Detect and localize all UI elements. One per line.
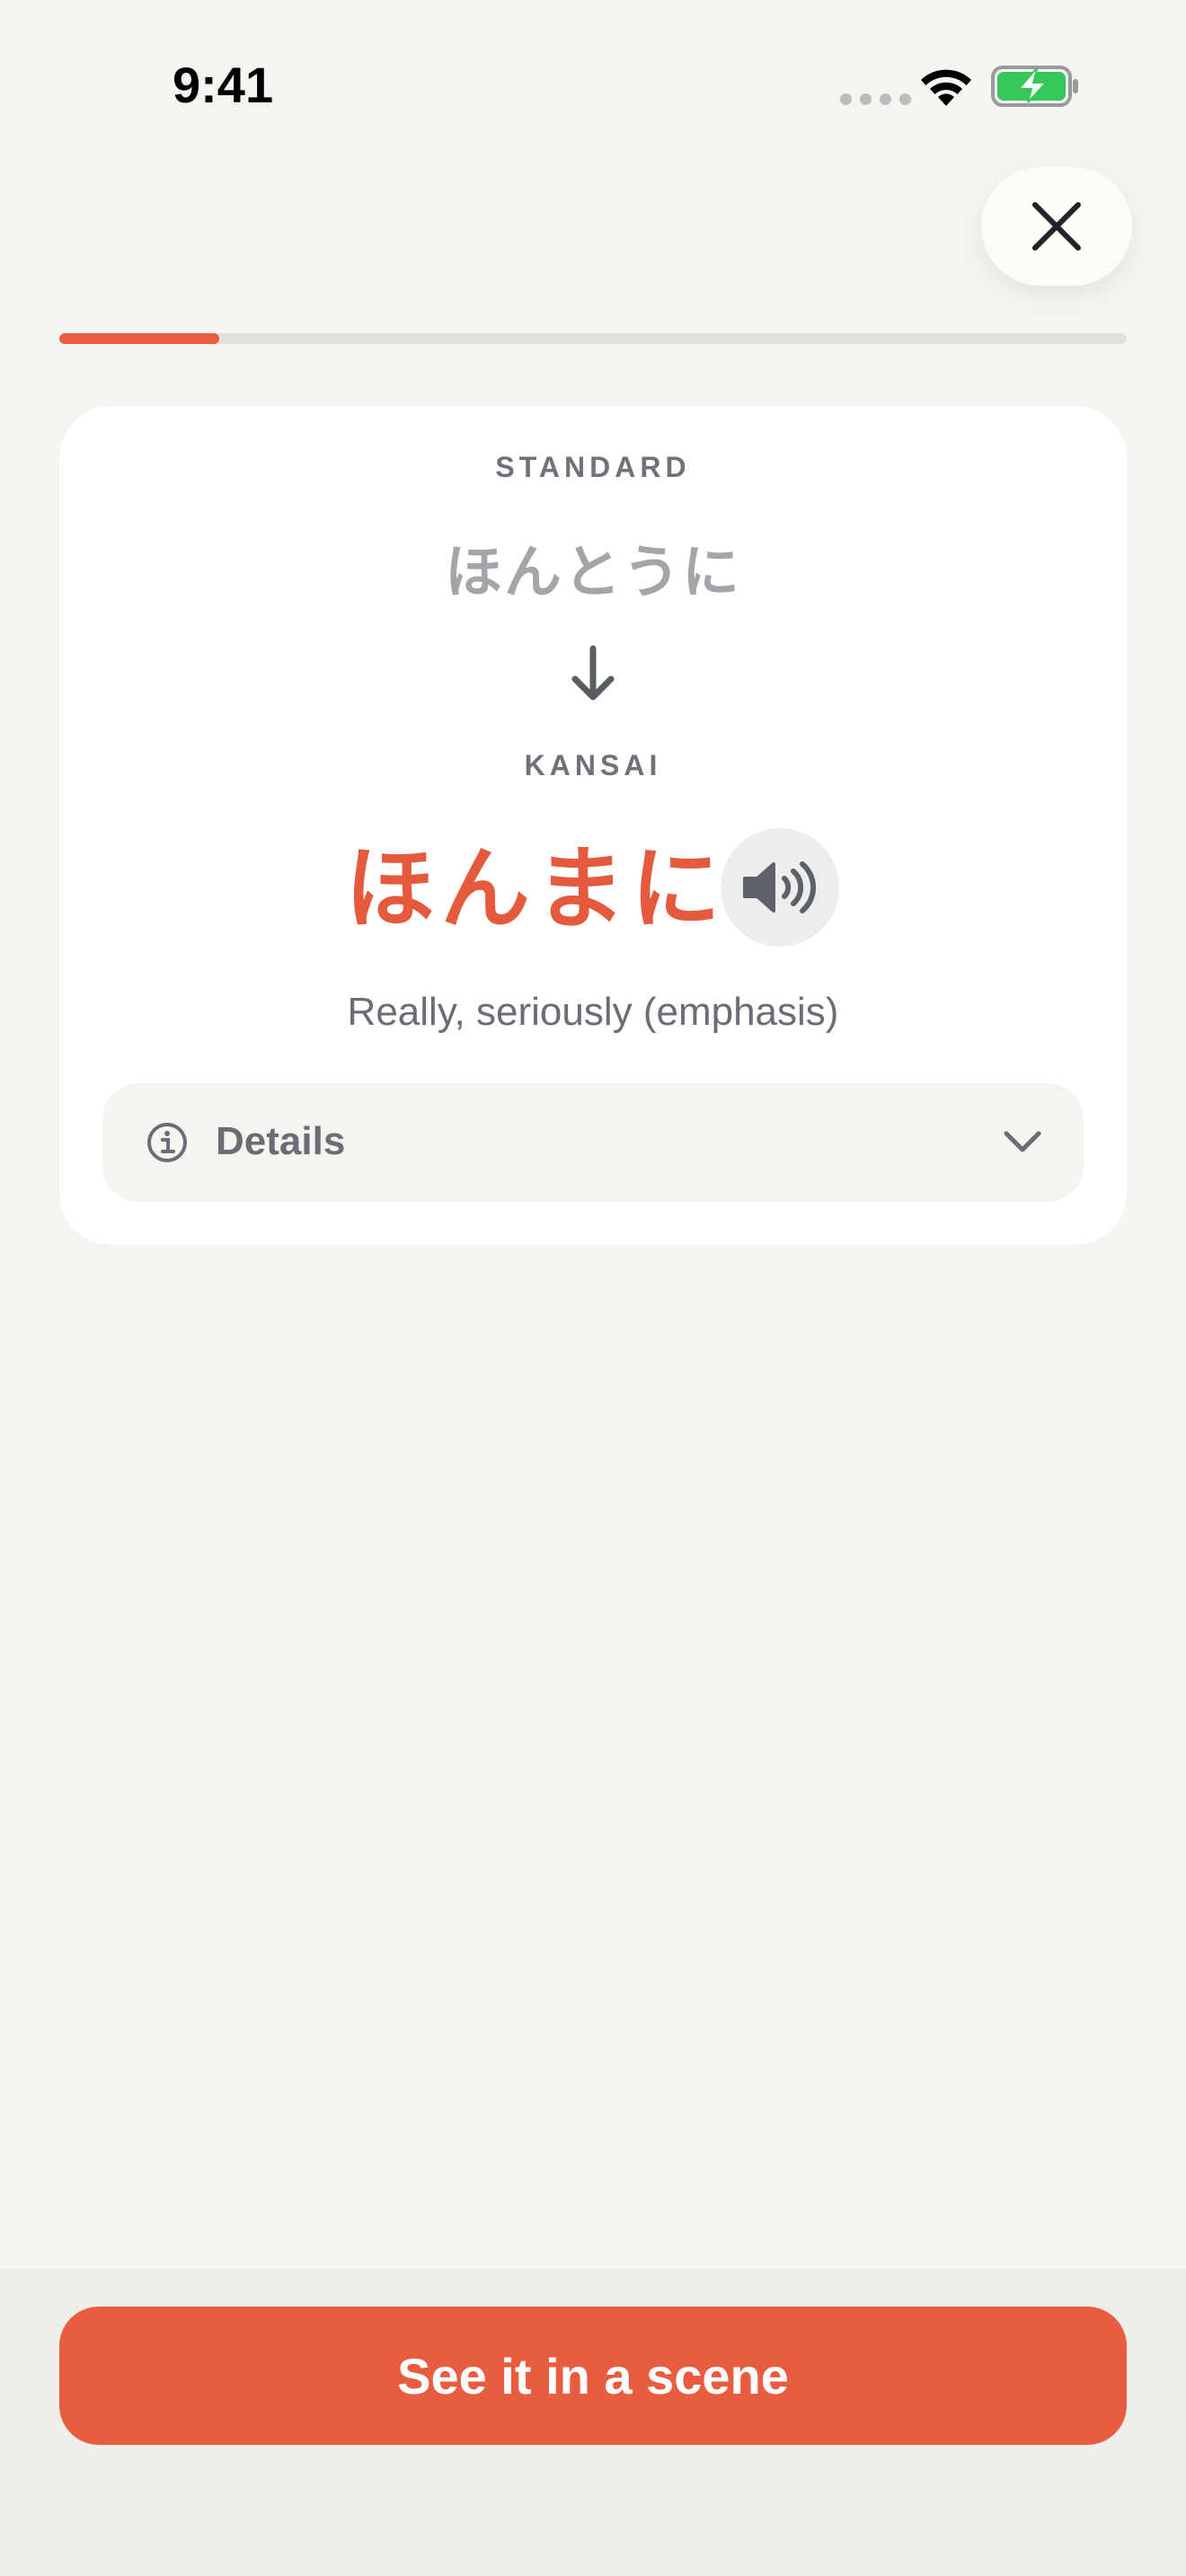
arrow-down-icon <box>571 645 615 701</box>
play-audio-button[interactable] <box>721 828 839 947</box>
wifi-icon <box>921 69 971 106</box>
phrase-card: STANDARD ほんとうに KANSAI ほんまに Really, serio… <box>59 406 1127 1245</box>
progress-fill <box>59 333 220 344</box>
status-bar: 9:41 <box>0 0 1186 171</box>
details-toggle[interactable]: Details <box>102 1083 1084 1202</box>
cellular-signal-icon <box>840 93 911 105</box>
speaker-icon <box>743 861 817 913</box>
info-icon <box>147 1123 187 1162</box>
standard-word: ほんとうに <box>445 540 741 606</box>
bottom-action-area: See it in a scene <box>0 2269 1186 2576</box>
screen: 9:41 STANDARD ほんとうに KANSAI ほんまに Really, … <box>0 0 1186 2576</box>
kansai-word: ほんまに <box>345 836 726 941</box>
meaning-text: Really, seriously (emphasis) <box>347 990 839 1034</box>
see-in-scene-button[interactable]: See it in a scene <box>59 2307 1127 2445</box>
standard-label: STANDARD <box>495 451 691 483</box>
status-time: 9:41 <box>173 57 274 113</box>
battery-charging-icon <box>991 66 1078 107</box>
kansai-label: KANSAI <box>524 749 662 781</box>
details-label: Details <box>216 1119 346 1163</box>
chevron-down-icon <box>1004 1131 1041 1152</box>
close-icon <box>1032 202 1081 251</box>
kansai-row: ほんまに <box>59 828 1127 950</box>
close-button[interactable] <box>981 167 1132 286</box>
progress-bar <box>59 333 1127 344</box>
